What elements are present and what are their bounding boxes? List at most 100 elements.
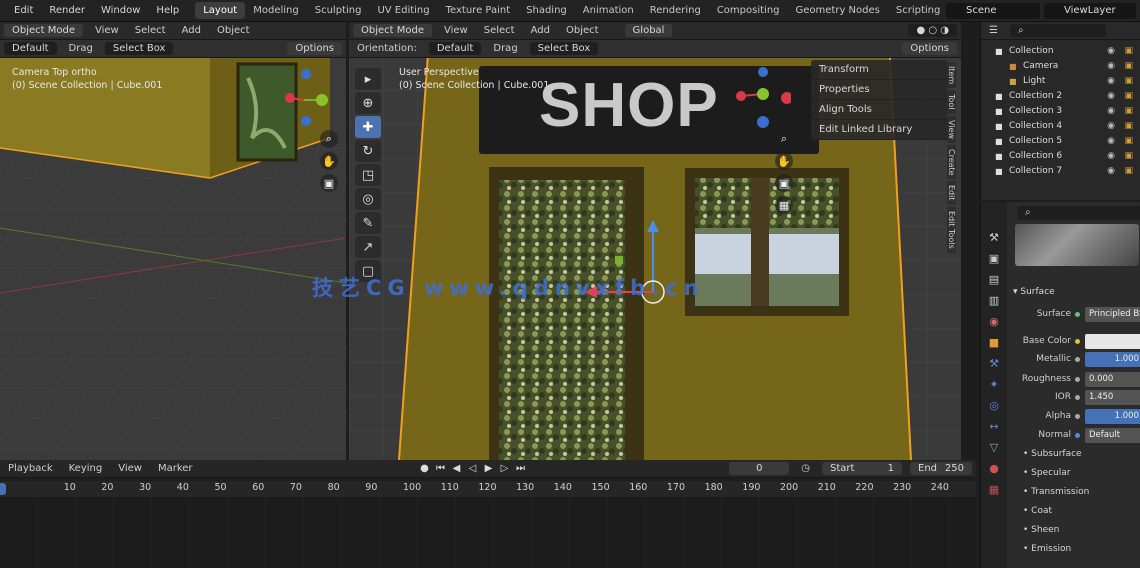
socket-dot[interactable] [1075, 395, 1080, 400]
workspace-tab[interactable]: UV Editing [369, 2, 437, 19]
menu-render[interactable]: Render [49, 5, 85, 16]
shading-modes[interactable]: ● ○ ◑ [908, 24, 957, 37]
rotate-icon[interactable]: ↻ [355, 140, 381, 162]
tab-create[interactable]: Create [947, 144, 956, 180]
left-zoom-icon[interactable]: ⌕ [320, 130, 338, 148]
outliner-row[interactable]: ■ Light ◉ ▣ [981, 74, 1140, 89]
main-menu-select[interactable]: Select [484, 25, 515, 36]
main-menu-view[interactable]: View [444, 25, 468, 36]
render-toggle-icon[interactable]: ▣ [1124, 134, 1133, 149]
visibility-icon[interactable]: ◉ [1107, 74, 1115, 89]
measure-icon[interactable]: ↗ [355, 236, 381, 258]
workspace-tab[interactable]: Texture Paint [438, 2, 519, 19]
socket-dot[interactable] [1075, 312, 1080, 317]
physics-icon[interactable]: ◎ [984, 396, 1004, 414]
main-orientation-dropdown[interactable]: Default [428, 42, 482, 55]
transform-icon[interactable]: ◎ [355, 188, 381, 210]
subsection-header[interactable]: • Emission [1023, 541, 1071, 557]
annotate-icon[interactable]: ✎ [355, 212, 381, 234]
frame-ruler[interactable]: 10 20 30 40 50 60 70 80 90 100 110 120 130 140 150 160 1… [0, 481, 976, 497]
outliner-row[interactable]: ■ Collection 5 ◉ ▣ [981, 134, 1140, 149]
visibility-icon[interactable]: ◉ [1107, 89, 1115, 104]
property-value-field[interactable]: 1.000 [1085, 409, 1140, 424]
tab-item[interactable]: Item [947, 62, 956, 89]
playhead[interactable] [0, 483, 6, 495]
socket-dot[interactable] [1075, 377, 1080, 382]
socket-dot[interactable] [1075, 414, 1080, 419]
subsection-header[interactable]: • Subsurface [1023, 446, 1082, 462]
npanel-edit-linked-library[interactable]: Edit Linked Library [811, 120, 947, 140]
property-value-field[interactable]: Principled BSDF [1085, 307, 1140, 322]
view-layer-selector[interactable]: ViewLayer [1044, 3, 1136, 19]
clock-icon[interactable]: ◷ [801, 463, 810, 474]
left-menu-add[interactable]: Add [182, 25, 201, 36]
timeline-tracks[interactable] [0, 497, 976, 568]
outliner-row[interactable]: ■ Collection 3 ◉ ▣ [981, 104, 1140, 119]
tab-edit[interactable]: Edit [947, 181, 956, 205]
outliner-row[interactable]: ■ Collection ◉ ▣ [981, 44, 1140, 59]
timeline-menu-marker[interactable]: Marker [158, 463, 193, 474]
workspace-tab[interactable]: Sculpting [307, 2, 370, 19]
subsection-header[interactable]: • Specular [1023, 465, 1071, 481]
render-props-icon[interactable]: ▣ [984, 249, 1004, 267]
visibility-icon[interactable]: ◉ [1107, 119, 1115, 134]
tab-view[interactable]: View [947, 115, 956, 143]
workspace-tab[interactable]: Animation [575, 2, 642, 19]
main-menu-add[interactable]: Add [531, 25, 550, 36]
visibility-icon[interactable]: ◉ [1107, 134, 1115, 149]
npanel-transform[interactable]: Transform [811, 60, 947, 80]
workspace-tab[interactable]: Layout [195, 2, 246, 19]
constraints-icon[interactable]: ↔ [984, 417, 1004, 435]
npanel-align-tools[interactable]: Align Tools [811, 100, 947, 120]
next-key-icon[interactable]: ▷ [498, 462, 512, 476]
record-icon[interactable]: ● [418, 462, 432, 476]
transform-space-dropdown[interactable]: Global [624, 24, 673, 37]
outliner-search-input[interactable]: ⌕ [1009, 24, 1106, 37]
visibility-icon[interactable]: ◉ [1107, 44, 1115, 59]
menu-window[interactable]: Window [101, 5, 140, 16]
render-toggle-icon[interactable]: ▣ [1124, 44, 1133, 59]
main-camera-icon[interactable]: ▣ [775, 174, 793, 192]
socket-dot[interactable] [1075, 339, 1080, 344]
outliner-row[interactable]: ■ Collection 7 ◉ ▣ [981, 164, 1140, 179]
jump-end-icon[interactable]: ⏭ [514, 462, 528, 476]
npanel-properties[interactable]: Properties [811, 80, 947, 100]
render-toggle-icon[interactable]: ▣ [1124, 119, 1133, 134]
object-props-icon[interactable]: ■ [984, 333, 1004, 351]
property-value-field[interactable]: Default [1085, 428, 1140, 443]
jump-start-icon[interactable]: ⏮ [434, 462, 448, 476]
outliner-row[interactable]: ■ Camera ◉ ▣ [981, 59, 1140, 74]
modifier-icon[interactable]: ⚒ [984, 354, 1004, 372]
tool-props-icon[interactable]: ⚒ [984, 228, 1004, 246]
output-props-icon[interactable]: ▤ [984, 270, 1004, 288]
left-camera-icon[interactable]: ▣ [320, 174, 338, 192]
cursor-icon[interactable]: ⊕ [355, 92, 381, 114]
scene-props-icon[interactable]: ◉ [984, 312, 1004, 330]
main-viewport[interactable]: Object Mode View Select Add Object Globa… [349, 22, 961, 460]
left-mode-dropdown[interactable]: Object Mode [4, 24, 83, 37]
property-value-field[interactable]: 0.000 [1085, 372, 1140, 387]
outliner-row[interactable]: ■ Collection 2 ◉ ▣ [981, 89, 1140, 104]
particles-icon[interactable]: ✦ [984, 375, 1004, 393]
render-toggle-icon[interactable]: ▣ [1124, 164, 1133, 179]
subsection-header[interactable]: • Coat [1023, 503, 1052, 519]
outliner[interactable]: ☰ ⌕ ■ Collection ◉ ▣ ■ Camera ◉ ▣ ■ Light ◉ ▣ ■ Colle… [980, 22, 1140, 200]
socket-dot[interactable] [1075, 433, 1080, 438]
tab-tool[interactable]: Tool [947, 90, 956, 114]
render-toggle-icon[interactable]: ▣ [1124, 74, 1133, 89]
end-frame-field[interactable]: End 250 [910, 462, 972, 475]
texture-icon[interactable]: ▦ [984, 480, 1004, 498]
menu-edit[interactable]: Edit [14, 5, 33, 16]
left-menu-view[interactable]: View [95, 25, 119, 36]
scene-selector[interactable]: Scene [946, 3, 1040, 19]
main-mode-dropdown[interactable]: Object Mode [353, 24, 432, 37]
property-value-field[interactable] [1085, 334, 1140, 349]
timeline-menu-keying[interactable]: Keying [69, 463, 103, 474]
main-zoom-icon[interactable]: ⌕ [775, 130, 793, 148]
left-orientation-dropdown[interactable]: Default [4, 42, 57, 55]
surface-section-header[interactable]: ▾ Surface [1013, 284, 1055, 300]
render-toggle-icon[interactable]: ▣ [1124, 149, 1133, 164]
workspace-tab[interactable]: Rendering [642, 2, 709, 19]
prev-key-icon[interactable]: ◀ [450, 462, 464, 476]
main-pan-hand-icon[interactable]: ✋ [775, 152, 793, 170]
